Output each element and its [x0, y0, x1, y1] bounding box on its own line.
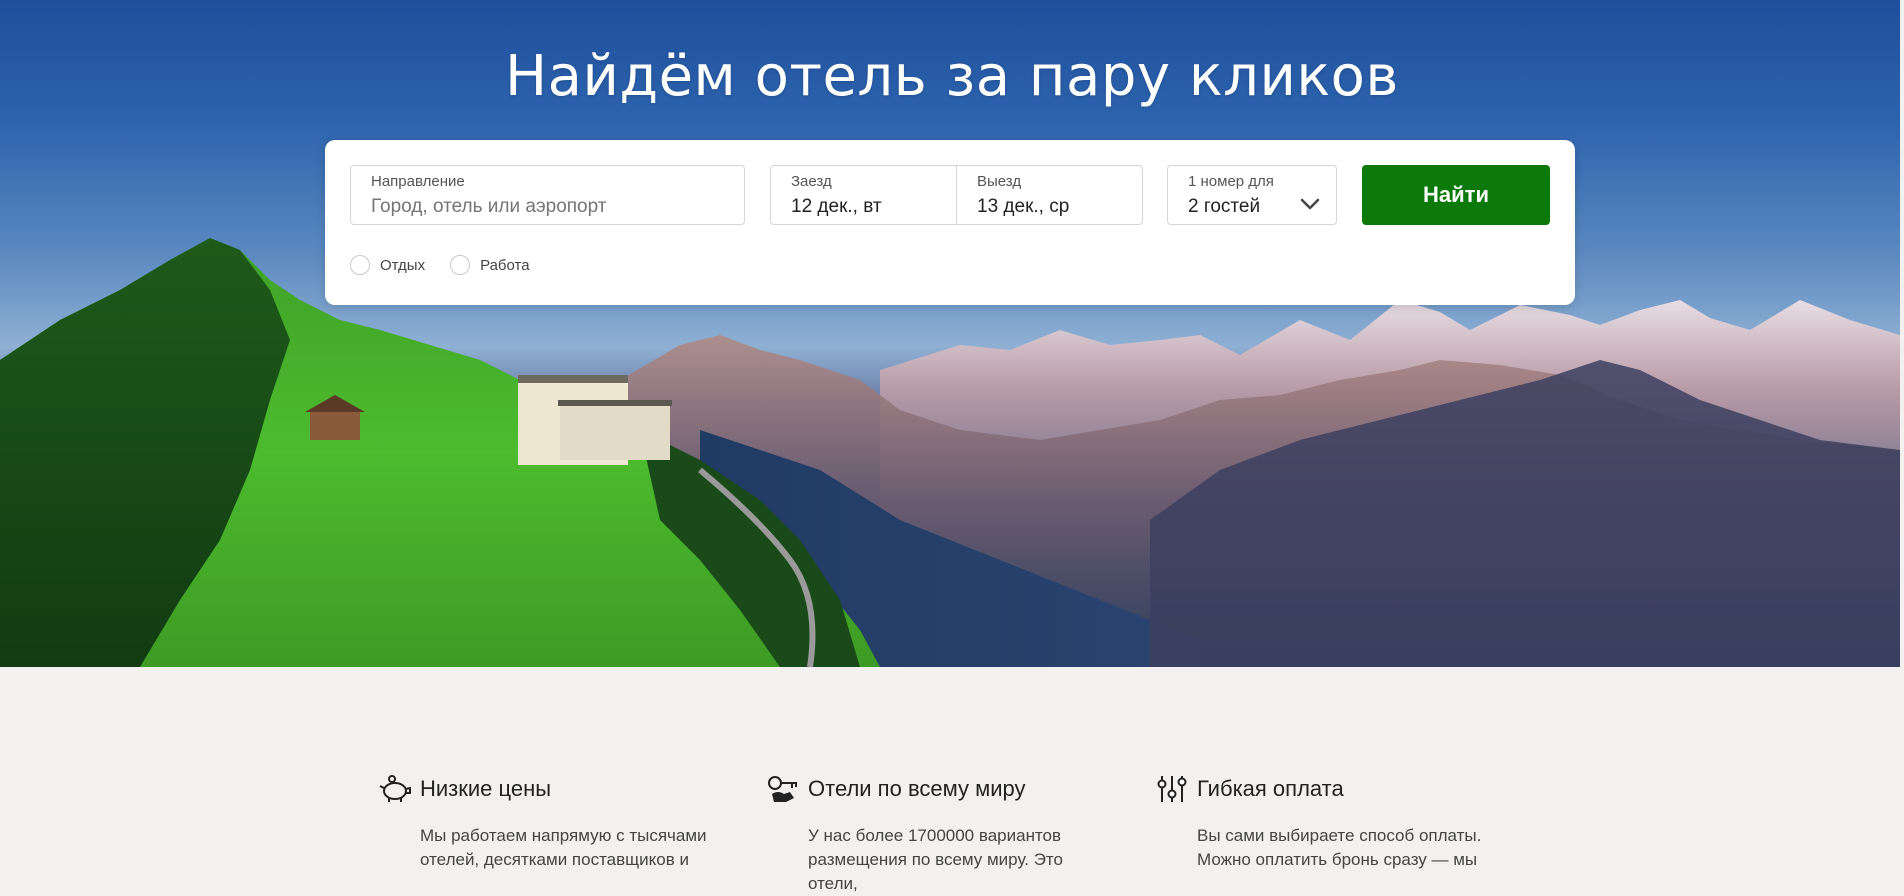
feature-text-line: отелей, десятками поставщиков и — [420, 850, 689, 869]
hotel-key-icon — [768, 776, 797, 802]
feature-text-line: Вы сами выбираете способ оплаты. — [1197, 826, 1482, 845]
feature-title: Отели по всему миру — [808, 776, 1026, 801]
destination-label: Направление — [371, 173, 465, 190]
checkout-field[interactable]: Выезд 13 дек., ср — [956, 165, 1143, 225]
checkout-label: Выезд — [977, 173, 1022, 190]
feature-text-line: размещения по всему миру. Это отели, — [808, 850, 1063, 893]
page-title: Найдём отель за пару кликов — [505, 44, 1399, 109]
checkin-field[interactable]: Заезд 12 дек., вт — [770, 165, 956, 225]
trip-type-leisure-label: Отдых — [380, 256, 426, 274]
guests-selector[interactable]: 1 номер для 2 гостей — [1167, 165, 1337, 225]
feature-text-line: Можно оплатить бронь сразу — мы — [1197, 850, 1478, 869]
trip-type-work-label: Работа — [480, 256, 530, 274]
destination-input[interactable] — [371, 196, 731, 218]
checkin-value: 12 дек., вт — [791, 196, 882, 217]
hero-banner: Найдём отель за пару кликов Направление … — [0, 0, 1900, 667]
checkout-value: 13 дек., ср — [977, 196, 1070, 217]
checkin-label: Заезд — [791, 173, 832, 190]
feature-text-line: Мы работаем напрямую с тысячами — [420, 826, 707, 845]
feature-text-line: У нас более 1700000 вариантов — [808, 826, 1062, 845]
radio-circle[interactable] — [350, 255, 370, 275]
piggy-bank-icon — [379, 775, 411, 802]
feature-title: Гибкая оплата — [1197, 776, 1344, 801]
sliders-icon — [1157, 776, 1187, 802]
feature-description: Мы работаем напрямую с тысячами отелей, … — [420, 824, 720, 872]
chevron-down-icon — [1300, 198, 1320, 210]
feature-title: Низкие цены — [420, 776, 552, 801]
trip-type-group: Отдых Работа — [350, 255, 530, 275]
radio-circle[interactable] — [450, 255, 471, 275]
guests-label: 1 номер для — [1188, 173, 1274, 190]
feature-flexible-payment: Гибкая оплата Вы сами выбираете способ о… — [1155, 772, 1495, 872]
feature-hotels-worldwide: Отели по всему миру У нас более 1700000 … — [766, 772, 1106, 896]
feature-description: У нас более 1700000 вариантов размещения… — [808, 824, 1108, 896]
find-button[interactable]: Найти — [1362, 165, 1550, 225]
guests-value: 2 гостей — [1188, 196, 1261, 217]
hotel-search-form: Направление Заезд 12 дек., вт Выезд 13 д… — [325, 140, 1575, 305]
destination-field[interactable]: Направление — [350, 165, 745, 225]
feature-description: Вы сами выбираете способ оплаты. Можно о… — [1197, 824, 1497, 872]
trip-type-work-radio[interactable]: Работа — [450, 255, 530, 275]
feature-low-prices: Низкие цены Мы работаем напрямую с тысяч… — [378, 772, 718, 872]
trip-type-leisure-radio[interactable]: Отдых — [350, 255, 425, 275]
